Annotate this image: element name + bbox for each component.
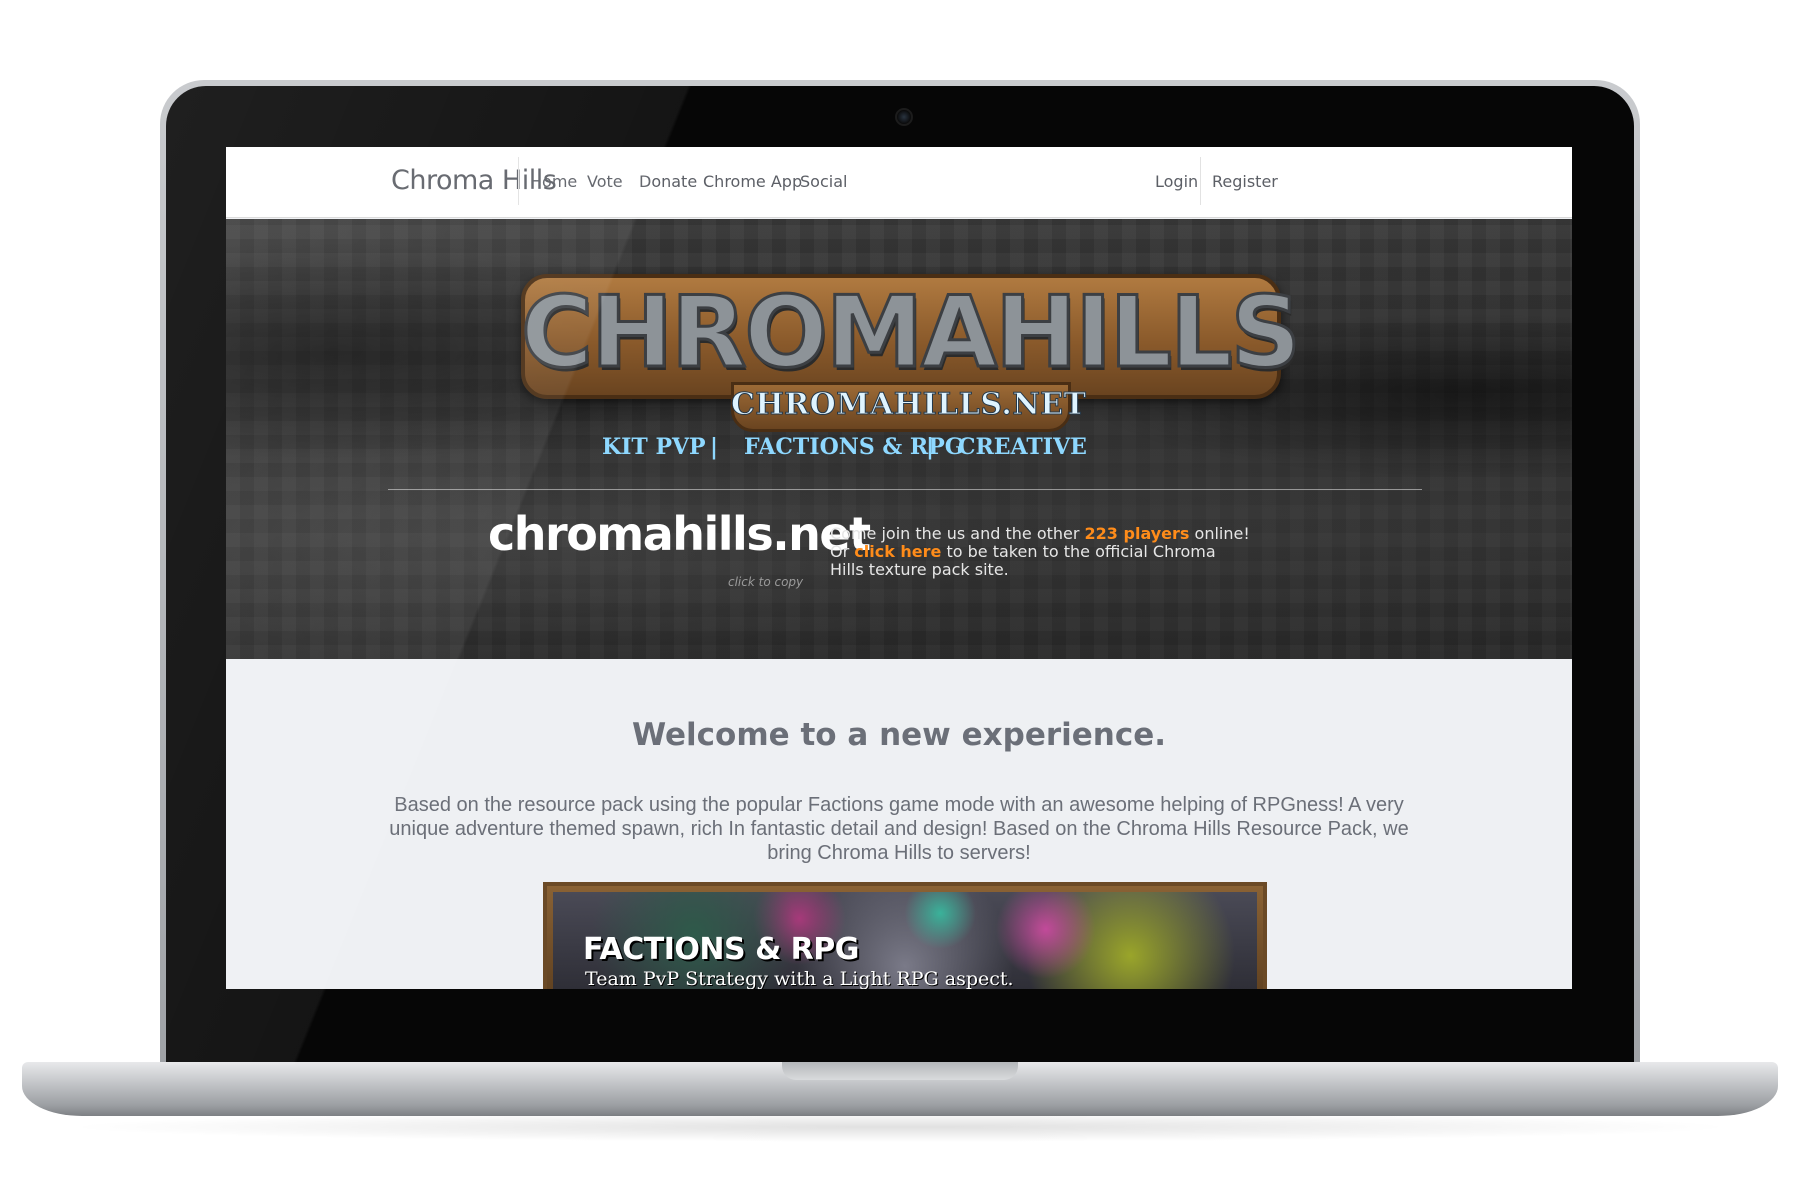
register-link[interactable]: Register	[1212, 172, 1278, 191]
login-link[interactable]: Login	[1155, 172, 1198, 191]
webcam-icon	[895, 108, 913, 126]
laptop-screen: Chroma Hills Home Vote Donate Chrome App…	[226, 147, 1572, 989]
nav-link-home[interactable]: Home	[530, 172, 577, 191]
player-count: 223 players	[1084, 524, 1190, 543]
logo-subtitle: CHROMAHILLS.NET	[731, 387, 1087, 423]
banner-title: FACTIONS & RPG	[583, 932, 859, 967]
laptop-shadow	[60, 1112, 1740, 1142]
hero-banner: CHROMAHILLS CHROMAHILLS.NET KIT PVP | FA…	[226, 219, 1572, 659]
banner-subtitle: Team PvP Strategy with a Light RPG aspec…	[585, 968, 1014, 989]
factions-banner[interactable]: FACTIONS & RPG Team PvP Strategy with a …	[543, 882, 1267, 989]
nav-divider	[1200, 157, 1201, 205]
logo-title: CHROMAHILLS	[520, 275, 1303, 392]
chromahills-logo: CHROMAHILLS CHROMAHILLS.NET	[520, 264, 1303, 439]
laptop-base-notch	[782, 1062, 1018, 1080]
texture-pack-line: Or click here to be taken to the officia…	[830, 542, 1216, 579]
navbar: Chroma Hills Home Vote Donate Chrome App…	[226, 147, 1572, 218]
game-modes: KIT PVP | FACTIONS & RPG | CREATIVE	[226, 434, 1572, 464]
mode-creative[interactable]: CREATIVE	[958, 434, 1087, 460]
copy-hint: click to copy	[728, 575, 804, 589]
mode-separator: |	[926, 434, 935, 460]
mode-kit-pvp[interactable]: KIT PVP	[602, 434, 706, 460]
nav-link-chrome-app[interactable]: Chrome App	[703, 172, 802, 191]
welcome-heading: Welcome to a new experience.	[631, 717, 1167, 753]
hero-divider	[388, 489, 1422, 490]
players-line: Come join the us and the other 223 playe…	[830, 524, 1250, 543]
mode-separator: |	[710, 434, 719, 460]
texture-pack-link[interactable]: click here	[854, 542, 941, 561]
intro-paragraph: Based on the resource pack using the pop…	[389, 794, 1409, 864]
hero-info: Come join the us and the other 223 playe…	[830, 525, 1250, 579]
server-ip[interactable]: chromahills.net	[488, 507, 871, 561]
nav-link-vote[interactable]: Vote	[587, 172, 623, 191]
nav-link-social[interactable]: Social	[800, 172, 847, 191]
nav-link-donate[interactable]: Donate	[639, 172, 697, 191]
nav-divider	[518, 157, 519, 205]
